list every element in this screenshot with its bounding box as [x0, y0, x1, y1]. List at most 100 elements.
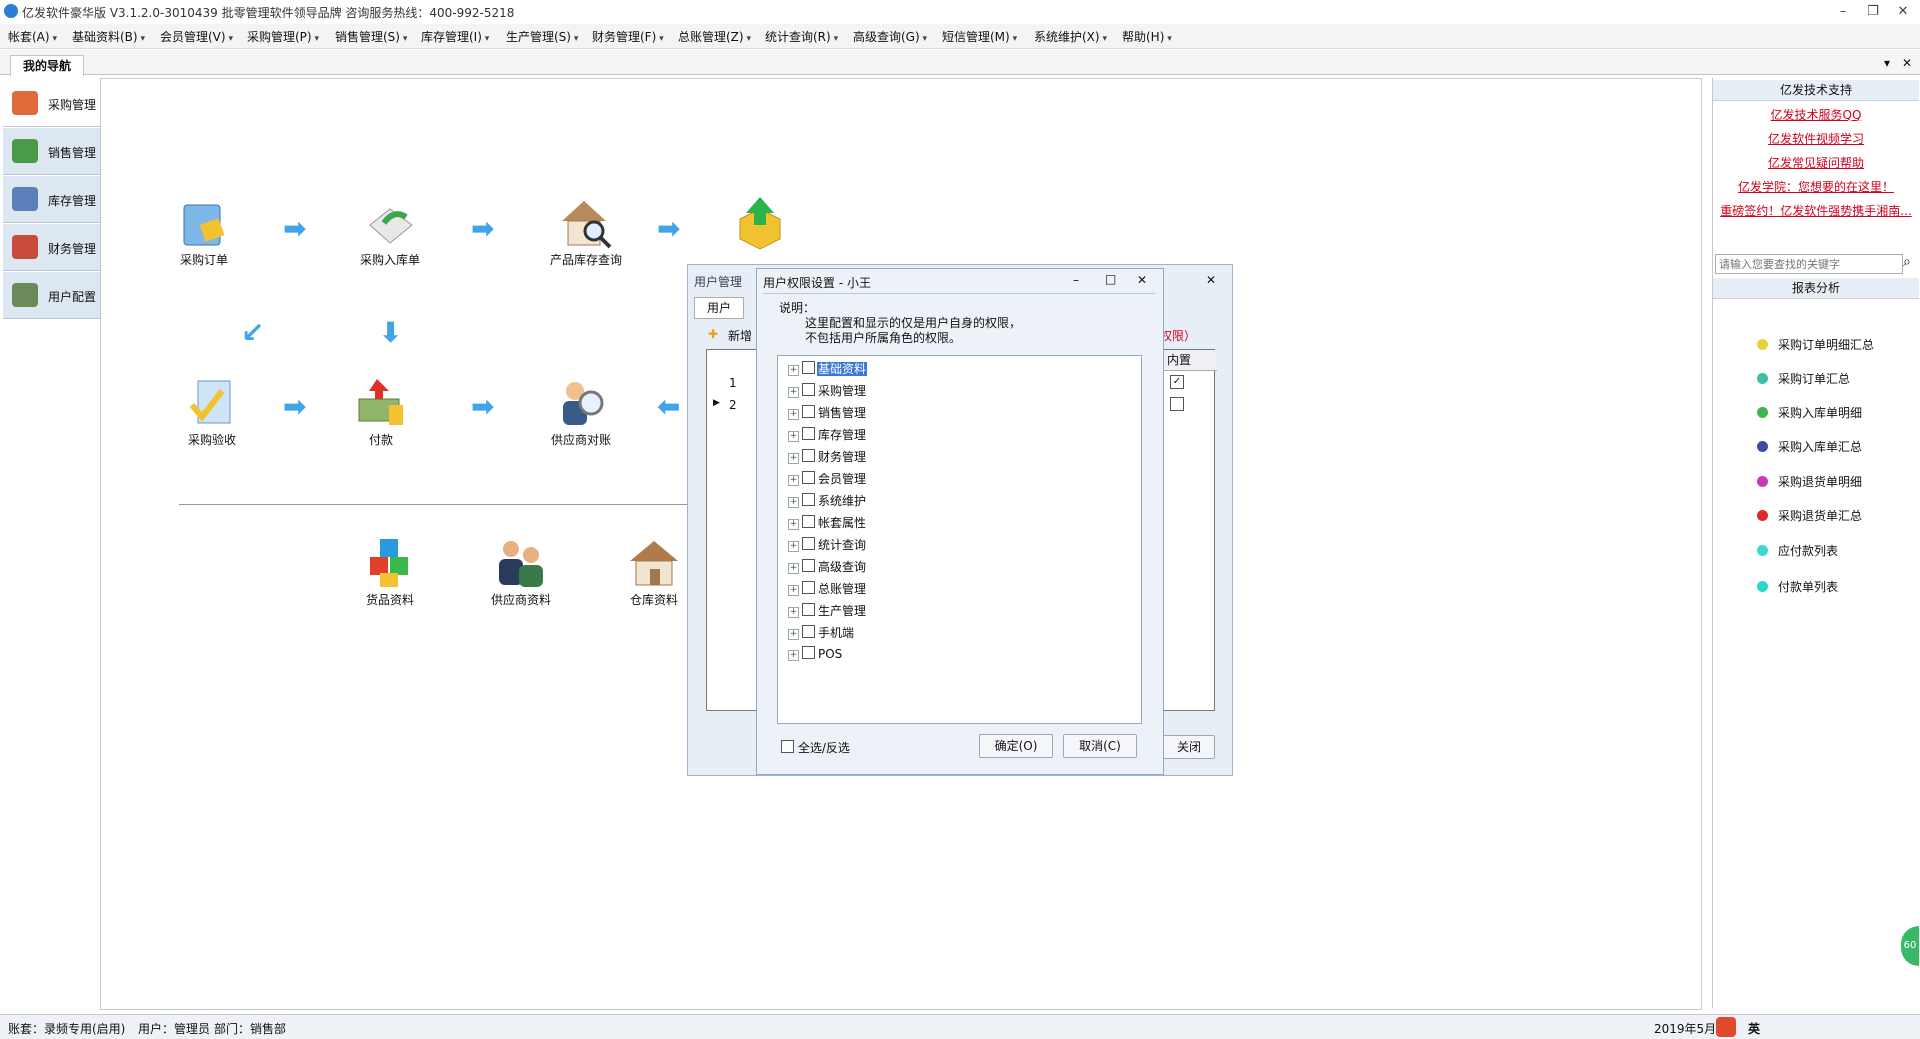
- node-checkbox[interactable]: [802, 581, 815, 594]
- report-item[interactable]: 采购订单汇总: [1757, 370, 1850, 387]
- tree-node-inventory[interactable]: + 库存管理: [788, 426, 867, 443]
- tab-users[interactable]: 用户: [694, 297, 744, 319]
- tree-node-member[interactable]: + 会员管理: [788, 470, 867, 487]
- menu-statistics[interactable]: 统计查询(R) ▾: [765, 28, 838, 45]
- report-item[interactable]: 采购退货单明细: [1757, 473, 1862, 490]
- menu-help[interactable]: 帮助(H) ▾: [1122, 28, 1172, 45]
- minimize-button[interactable]: –: [1828, 2, 1858, 22]
- report-item[interactable]: 付款单列表: [1757, 578, 1838, 595]
- expand-icon[interactable]: +: [788, 475, 799, 486]
- node-checkbox[interactable]: [802, 361, 815, 374]
- node-checkbox[interactable]: [802, 603, 815, 616]
- close-user-window-button[interactable]: 关闭: [1163, 735, 1215, 759]
- tree-node-finance[interactable]: + 财务管理: [788, 448, 867, 465]
- resource-goods[interactable]: 货品资料: [355, 535, 425, 608]
- tree-node-pos[interactable]: + POS: [788, 646, 843, 661]
- flow-stock-query[interactable]: 产品库存查询: [531, 195, 641, 268]
- expand-icon[interactable]: +: [788, 519, 799, 530]
- builtin-checkbox[interactable]: [1170, 397, 1184, 411]
- dialog-close-icon[interactable]: ✕: [1137, 273, 1147, 287]
- menu-system[interactable]: 系统维护(X) ▾: [1034, 28, 1107, 45]
- node-checkbox[interactable]: [802, 537, 815, 550]
- report-item[interactable]: 采购订单明细汇总: [1757, 336, 1874, 353]
- close-button[interactable]: ✕: [1888, 2, 1918, 22]
- menu-member[interactable]: 会员管理(V) ▾: [160, 28, 233, 45]
- support-link-qq[interactable]: 亿发技术服务QQ: [1713, 106, 1919, 123]
- ime-logo-icon[interactable]: [1716, 1017, 1736, 1037]
- tree-node-advanced-query[interactable]: + 高级查询: [788, 558, 867, 575]
- tab-close-icon[interactable]: ✕: [1902, 56, 1912, 70]
- nav-item-inventory[interactable]: 库存管理: [3, 176, 100, 223]
- flow-supplier-reconcile[interactable]: 供应商对账: [531, 375, 631, 448]
- menu-production[interactable]: 生产管理(S) ▾: [506, 28, 578, 45]
- menu-sms[interactable]: 短信管理(M) ▾: [942, 28, 1017, 45]
- menu-finance[interactable]: 财务管理(F) ▾: [592, 28, 664, 45]
- select-all-toggle[interactable]: 全选/反选: [781, 739, 850, 756]
- expand-icon[interactable]: +: [788, 541, 799, 552]
- tree-node-system[interactable]: + 系统维护: [788, 492, 867, 509]
- flow-purchase-order[interactable]: 采购订单: [169, 195, 239, 268]
- tab-dropdown-icon[interactable]: ▾: [1884, 56, 1890, 70]
- tree-node-statistics[interactable]: + 统计查询: [788, 536, 867, 553]
- expand-icon[interactable]: +: [788, 409, 799, 420]
- node-checkbox[interactable]: [802, 559, 815, 572]
- tree-node-mobile[interactable]: + 手机端: [788, 624, 855, 641]
- menu-base-data[interactable]: 基础资料(B) ▾: [72, 28, 145, 45]
- menu-ledger[interactable]: 总账管理(Z) ▾: [678, 28, 751, 45]
- nav-item-purchase[interactable]: 采购管理: [3, 80, 100, 127]
- report-item[interactable]: 应付款列表: [1757, 542, 1838, 559]
- report-item[interactable]: 采购入库单明细: [1757, 404, 1862, 421]
- support-link-news[interactable]: 重磅签约！亿发软件强势携手湘南...: [1713, 202, 1919, 219]
- ime-language[interactable]: 英: [1748, 1020, 1760, 1037]
- node-checkbox[interactable]: [802, 625, 815, 638]
- floating-badge[interactable]: 60: [1901, 926, 1919, 966]
- expand-icon[interactable]: +: [788, 387, 799, 398]
- tree-node-sales[interactable]: + 销售管理: [788, 404, 867, 421]
- nav-item-user-config[interactable]: 用户配置: [3, 272, 100, 319]
- node-checkbox[interactable]: [802, 405, 815, 418]
- expand-icon[interactable]: +: [788, 365, 799, 376]
- expand-icon[interactable]: +: [788, 585, 799, 596]
- resource-supplier[interactable]: 供应商资料: [481, 535, 561, 608]
- support-link-faq[interactable]: 亿发常见疑问帮助: [1713, 154, 1919, 171]
- node-checkbox[interactable]: [802, 427, 815, 440]
- select-all-checkbox[interactable]: [781, 740, 794, 753]
- tree-node-account-props[interactable]: + 帐套属性: [788, 514, 867, 531]
- user-window-close-icon[interactable]: ✕: [1206, 273, 1216, 287]
- nav-item-sales[interactable]: 销售管理: [3, 128, 100, 175]
- menu-purchase[interactable]: 采购管理(P) ▾: [247, 28, 319, 45]
- expand-icon[interactable]: +: [788, 650, 799, 661]
- node-checkbox[interactable]: [802, 471, 815, 484]
- menu-sales[interactable]: 销售管理(S) ▾: [335, 28, 407, 45]
- expand-icon[interactable]: +: [788, 607, 799, 618]
- node-checkbox[interactable]: [802, 515, 815, 528]
- report-item[interactable]: 采购入库单汇总: [1757, 438, 1862, 455]
- restore-button[interactable]: ❐: [1858, 2, 1888, 22]
- dialog-minimize-icon[interactable]: –: [1073, 273, 1079, 287]
- ok-button[interactable]: 确定(O): [979, 734, 1053, 758]
- dialog-maximize-icon[interactable]: □: [1105, 272, 1116, 286]
- builtin-checkbox[interactable]: ✓: [1170, 375, 1184, 389]
- menu-inventory[interactable]: 库存管理(I) ▾: [421, 28, 489, 45]
- expand-icon[interactable]: +: [788, 497, 799, 508]
- tree-node-purchase[interactable]: + 采购管理: [788, 382, 867, 399]
- search-icon[interactable]: ⌕: [1903, 254, 1911, 270]
- flow-purchase-receipt[interactable]: 采购入库单: [345, 195, 435, 268]
- node-checkbox[interactable]: [802, 383, 815, 396]
- expand-icon[interactable]: +: [788, 563, 799, 574]
- resource-warehouse[interactable]: 仓库资料: [619, 535, 689, 608]
- keyword-search-input[interactable]: [1715, 254, 1903, 274]
- menu-advanced-query[interactable]: 高级查询(G) ▾: [853, 28, 927, 45]
- add-user-button[interactable]: 新增: [728, 327, 752, 344]
- support-link-video[interactable]: 亿发软件视频学习: [1713, 130, 1919, 147]
- expand-icon[interactable]: +: [788, 453, 799, 464]
- node-checkbox[interactable]: [802, 646, 815, 659]
- menu-account[interactable]: 帐套(A) ▾: [8, 28, 57, 45]
- flow-purchase-return[interactable]: [725, 195, 795, 251]
- expand-icon[interactable]: +: [788, 431, 799, 442]
- flow-purchase-inspection[interactable]: 采购验收: [177, 375, 247, 448]
- node-checkbox[interactable]: [802, 493, 815, 506]
- tree-node-production[interactable]: + 生产管理: [788, 602, 867, 619]
- nav-item-finance[interactable]: 财务管理: [3, 224, 100, 271]
- report-item[interactable]: 采购退货单汇总: [1757, 507, 1862, 524]
